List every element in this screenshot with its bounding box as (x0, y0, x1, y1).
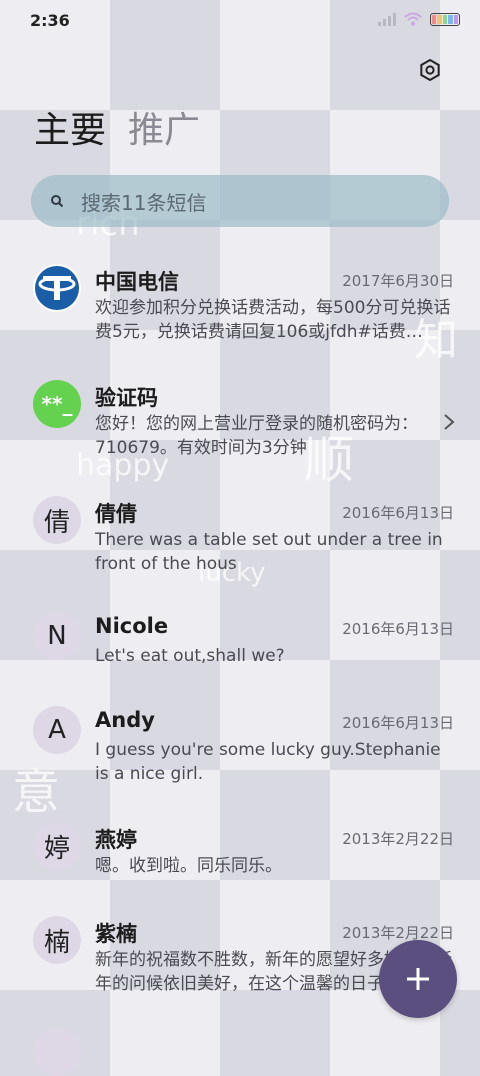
battery-icon (430, 12, 460, 26)
sender-name: 验证码 (95, 386, 158, 410)
message-item[interactable]: **_ 验证码 您好！您的网上营业厅登录的随机密码为：710679。有效时间为3… (0, 374, 480, 484)
sender-name: Andy (95, 708, 155, 732)
message-date: 2013年2月22日 (342, 924, 454, 942)
settings-button[interactable] (414, 54, 446, 86)
telecom-logo-icon (35, 266, 79, 310)
tab-primary[interactable]: 主要 (34, 108, 106, 154)
status-bar: 2:36 (0, 0, 480, 42)
wifi-icon (404, 12, 422, 26)
avatar (33, 1028, 81, 1076)
gear-icon (420, 58, 440, 82)
sender-name: 燕婷 (95, 828, 137, 852)
search-icon (47, 191, 67, 211)
avatar: **_ (33, 380, 81, 428)
message-date: 2016年6月13日 (342, 504, 454, 522)
avatar: N (33, 612, 81, 660)
avatar: 婷 (33, 822, 81, 870)
message-date: 2017年6月30日 (342, 272, 454, 290)
compose-button[interactable] (379, 940, 457, 1018)
signal-icon (378, 12, 396, 26)
message-preview: 嗯。收到啦。同乐同乐。 (95, 856, 282, 876)
plus-icon (407, 968, 429, 990)
message-preview: I guess you're some lucky guy.Stephanie … (95, 740, 441, 784)
message-item[interactable]: 中国电信 2017年6月30日 欢迎参加积分兑换话费活动，每500分可兑换话费5… (0, 258, 480, 368)
avatar (33, 264, 81, 312)
status-icons (378, 12, 460, 26)
message-preview: 欢迎参加积分兑换话费活动，每500分可兑换话费5元，兑换话费请回复106或jfd… (95, 298, 451, 342)
sender-name: 中国电信 (95, 270, 179, 294)
message-item[interactable]: A Andy 2016年6月13日 I guess you're some lu… (0, 700, 480, 810)
message-date: 2016年6月13日 (342, 620, 454, 638)
chevron-right-icon[interactable] (442, 412, 456, 432)
sender-name: Nicole (95, 614, 169, 638)
sender-name: 紫楠 (95, 922, 137, 946)
message-preview: There was a table set out under a tree i… (95, 530, 443, 574)
message-preview: Let's eat out,shall we? (95, 646, 285, 666)
message-date: 2013年2月22日 (342, 830, 454, 848)
tab-bar: 主要 推广 (34, 108, 200, 154)
tab-promotions[interactable]: 推广 (128, 108, 200, 154)
avatar: 楠 (33, 916, 81, 964)
search-bar[interactable]: 搜索11条短信 (31, 175, 449, 227)
message-item[interactable]: 倩 倩倩 2016年6月13日 There was a table set ou… (0, 490, 480, 600)
sender-name: 倩倩 (95, 502, 137, 526)
message-preview: 您好！您的网上营业厅登录的随机密码为：710679。有效时间为3分钟 (95, 414, 418, 458)
avatar: 倩 (33, 496, 81, 544)
status-time: 2:36 (30, 11, 70, 30)
avatar: A (33, 706, 81, 754)
message-date: 2016年6月13日 (342, 714, 454, 732)
search-placeholder: 搜索11条短信 (81, 190, 207, 215)
